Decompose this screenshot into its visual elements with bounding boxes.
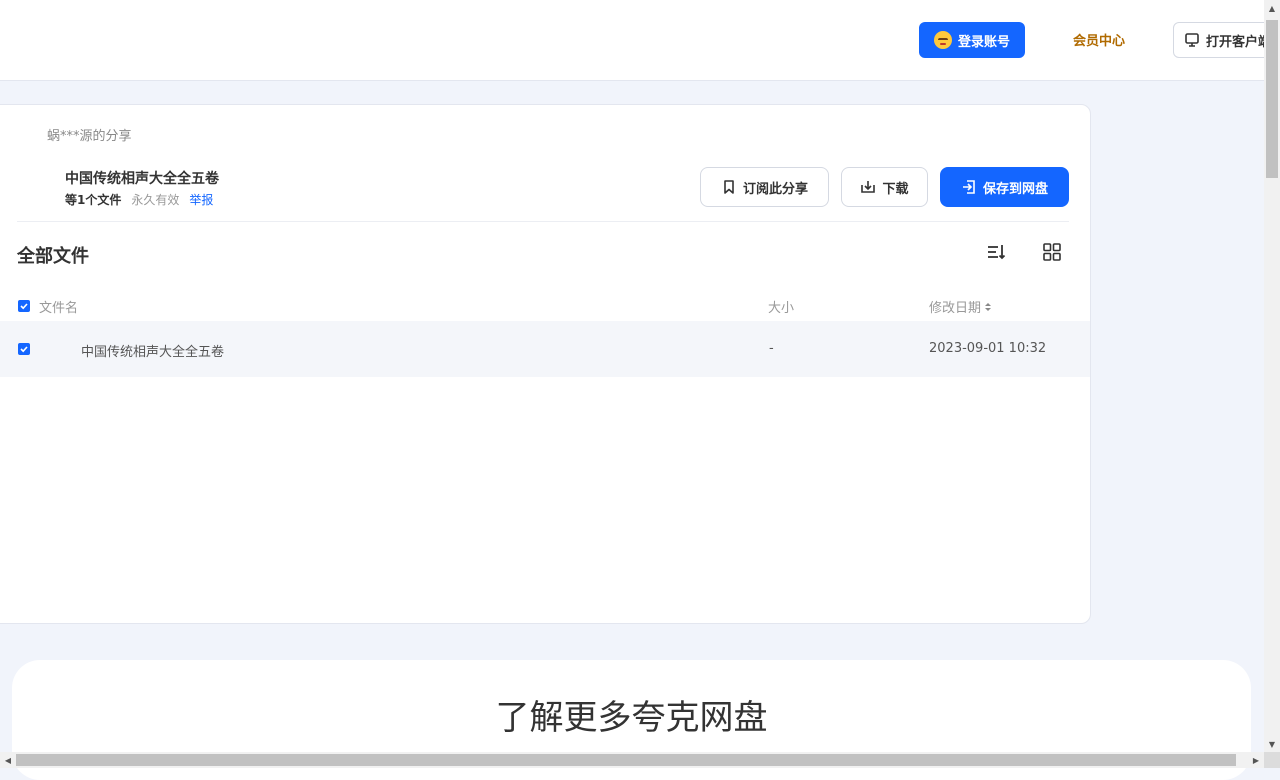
horizontal-scroll-thumb[interactable]: [16, 754, 1236, 766]
column-header-modified-label: 修改日期: [929, 301, 982, 316]
scrollbar-corner: [1264, 752, 1280, 768]
column-header-size: 大小: [768, 301, 795, 316]
download-icon: [861, 181, 876, 193]
select-all-checkbox[interactable]: [18, 300, 30, 312]
share-meta: 等1个文件 永久有效 举报: [65, 191, 213, 208]
sort-toggle-icon: [985, 302, 992, 311]
share-card: 蜗***源的分享 中国传统相声大全全五卷 等1个文件 永久有效 举报 订阅此分享…: [0, 104, 1091, 624]
open-client-button[interactable]: 打开客户端: [1173, 22, 1273, 58]
monitor-icon: [1185, 33, 1199, 47]
login-button[interactable]: 登录账号: [919, 22, 1025, 58]
table-row[interactable]: 中国传统相声大全全五卷 - 2023-09-01 10:32: [0, 321, 1090, 377]
vertical-scroll-thumb[interactable]: [1266, 20, 1278, 178]
save-label: 保存到网盘: [982, 181, 1048, 197]
all-files-heading: 全部文件: [17, 246, 89, 267]
report-link[interactable]: 举报: [189, 191, 213, 208]
share-title: 中国传统相声大全全五卷: [65, 171, 219, 187]
file-count: 等1个文件: [65, 193, 122, 207]
divider: [17, 221, 1069, 222]
row-checkbox[interactable]: [18, 343, 30, 355]
open-client-label: 打开客户端: [1206, 34, 1272, 50]
top-header: 登录账号 会员中心 打开客户端: [0, 0, 1273, 81]
subscribe-label: 订阅此分享: [742, 181, 808, 197]
avatar-face-icon: [933, 31, 952, 49]
check-icon: [20, 346, 28, 353]
column-header-name: 文件名: [39, 301, 79, 316]
file-modified: 2023-09-01 10:32: [929, 341, 1047, 356]
download-label: 下载: [882, 181, 909, 197]
sort-icon[interactable]: [986, 242, 1006, 262]
member-center-link[interactable]: 会员中心: [1062, 30, 1136, 49]
scroll-right-arrow-icon[interactable]: ▶: [1248, 752, 1264, 768]
scroll-up-arrow-icon[interactable]: ▲: [1264, 0, 1280, 16]
file-name[interactable]: 中国传统相声大全全五卷: [81, 341, 224, 360]
save-to-drive-button[interactable]: 保存到网盘: [940, 167, 1069, 207]
download-button[interactable]: 下载: [841, 167, 928, 207]
save-icon: [962, 180, 975, 194]
subscribe-button[interactable]: 订阅此分享: [700, 167, 829, 207]
file-size: -: [769, 341, 774, 356]
check-icon: [20, 303, 28, 310]
bookmark-icon: [724, 180, 734, 194]
column-header-modified[interactable]: 修改日期: [929, 297, 992, 316]
scroll-down-arrow-icon[interactable]: ▼: [1264, 736, 1280, 752]
scroll-left-arrow-icon[interactable]: ◀: [0, 752, 16, 768]
sharer-name: 蜗***源的分享: [47, 129, 132, 144]
login-button-label: 登录账号: [957, 34, 1010, 50]
validity: 永久有效: [131, 193, 180, 207]
grid-view-icon[interactable]: [1042, 242, 1062, 262]
promo-title: 了解更多夸克网盘: [495, 698, 768, 738]
